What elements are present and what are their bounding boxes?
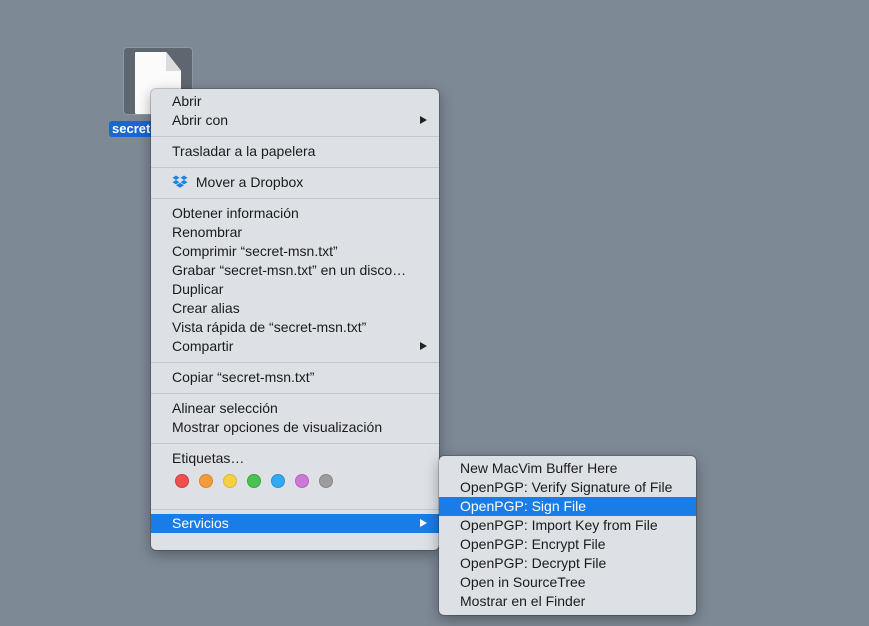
menu-item-copy[interactable]: Copiar “secret-msn.txt” bbox=[151, 368, 439, 387]
menu-item-move-to-dropbox[interactable]: Mover a Dropbox bbox=[151, 173, 439, 192]
menu-separator bbox=[151, 136, 439, 137]
service-item[interactable]: OpenPGP: Encrypt File bbox=[439, 535, 696, 554]
menu-separator bbox=[151, 393, 439, 394]
service-item[interactable]: OpenPGP: Sign File bbox=[439, 497, 696, 516]
dropbox-icon bbox=[172, 175, 188, 188]
menu-item-services-label: Servicios bbox=[172, 515, 229, 531]
service-item[interactable]: OpenPGP: Decrypt File bbox=[439, 554, 696, 573]
tag-color-blue[interactable] bbox=[271, 474, 285, 488]
menu-separator bbox=[151, 509, 439, 510]
menu-item-quick-look[interactable]: Vista rápida de “secret-msn.txt” bbox=[151, 318, 439, 337]
menu-item-open[interactable]: Abrir bbox=[151, 92, 439, 111]
context-menu: Abrir Abrir con Trasladar a la papelera … bbox=[151, 89, 439, 550]
tag-color-gray[interactable] bbox=[319, 474, 333, 488]
menu-separator bbox=[151, 443, 439, 444]
service-item[interactable]: Open in SourceTree bbox=[439, 573, 696, 592]
tag-color-red[interactable] bbox=[175, 474, 189, 488]
menu-item-duplicate[interactable]: Duplicar bbox=[151, 280, 439, 299]
menu-item-move-to-dropbox-label: Mover a Dropbox bbox=[195, 174, 304, 190]
submenu-arrow-icon bbox=[420, 116, 427, 124]
tag-color-purple[interactable] bbox=[295, 474, 309, 488]
service-item[interactable]: New MacVim Buffer Here bbox=[439, 459, 696, 478]
menu-separator bbox=[151, 167, 439, 168]
menu-item-rename[interactable]: Renombrar bbox=[151, 223, 439, 242]
menu-item-share[interactable]: Compartir bbox=[151, 337, 439, 356]
menu-separator bbox=[151, 362, 439, 363]
submenu-arrow-icon bbox=[420, 342, 427, 350]
menu-item-services[interactable]: Servicios bbox=[151, 514, 439, 533]
tag-color-orange[interactable] bbox=[199, 474, 213, 488]
service-item[interactable]: OpenPGP: Verify Signature of File bbox=[439, 478, 696, 497]
menu-item-get-info[interactable]: Obtener información bbox=[151, 204, 439, 223]
service-item[interactable]: Mostrar en el Finder bbox=[439, 592, 696, 611]
tag-color-yellow[interactable] bbox=[223, 474, 237, 488]
menu-item-make-alias[interactable]: Crear alias bbox=[151, 299, 439, 318]
tag-color-green[interactable] bbox=[247, 474, 261, 488]
menu-item-share-label: Compartir bbox=[172, 338, 234, 354]
menu-item-open-with[interactable]: Abrir con bbox=[151, 111, 439, 130]
menu-item-align-selection[interactable]: Alinear selección bbox=[151, 399, 439, 418]
menu-item-compress[interactable]: Comprimir “secret-msn.txt” bbox=[151, 242, 439, 261]
menu-separator bbox=[151, 198, 439, 199]
menu-item-move-to-trash[interactable]: Trasladar a la papelera bbox=[151, 142, 439, 161]
menu-spacer bbox=[151, 494, 439, 509]
menu-item-tags[interactable]: Etiquetas… bbox=[151, 449, 439, 468]
menu-item-burn[interactable]: Grabar “secret-msn.txt” en un disco… bbox=[151, 261, 439, 280]
service-item[interactable]: OpenPGP: Import Key from File bbox=[439, 516, 696, 535]
menu-item-show-view-options[interactable]: Mostrar opciones de visualización bbox=[151, 418, 439, 437]
tag-colors-row bbox=[151, 468, 439, 494]
menu-item-open-with-label: Abrir con bbox=[172, 112, 229, 128]
services-submenu: New MacVim Buffer Here OpenPGP: Verify S… bbox=[439, 456, 696, 615]
submenu-arrow-icon bbox=[420, 519, 427, 527]
